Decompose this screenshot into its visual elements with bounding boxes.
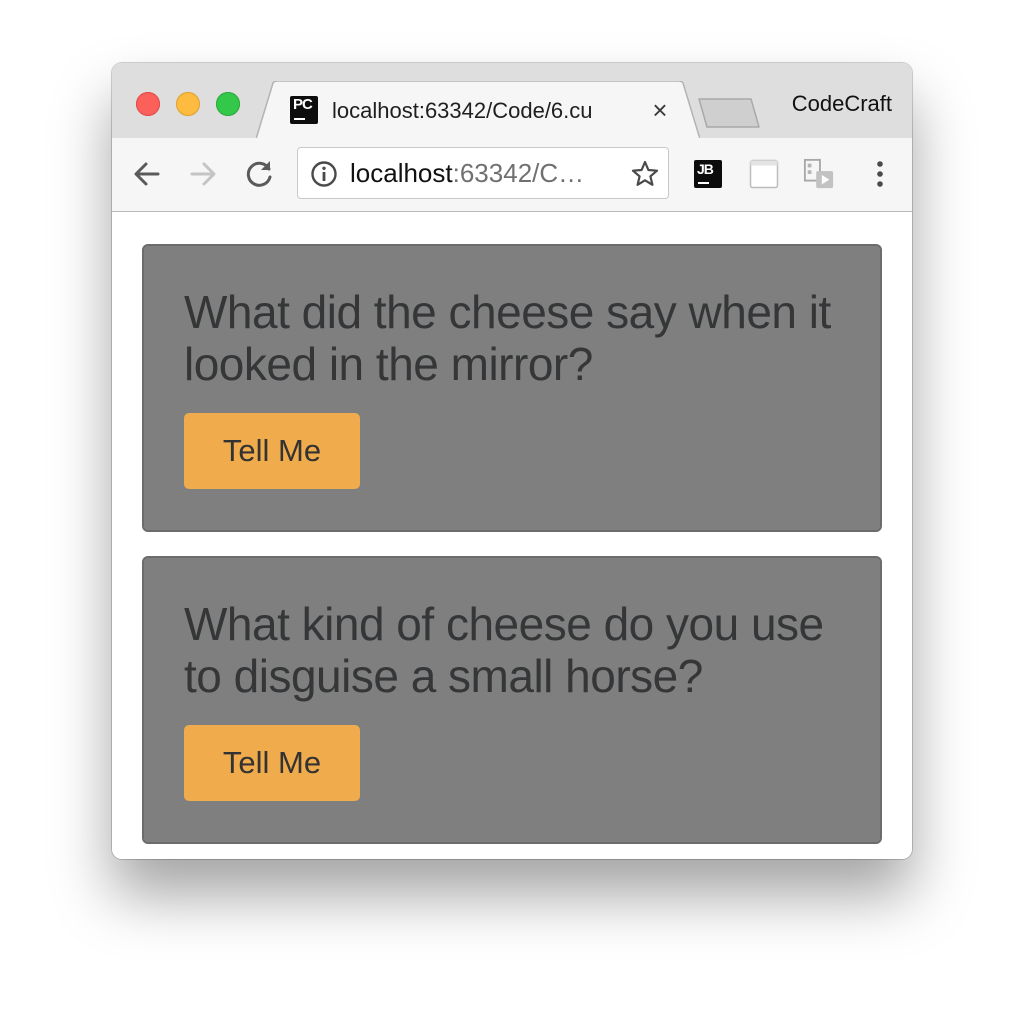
profile-name[interactable]: CodeCraft [752, 89, 892, 119]
close-window-button[interactable] [136, 92, 160, 116]
url-text[interactable]: localhost:63342/C… [350, 158, 630, 188]
jetbrains-icon[interactable]: JB [694, 160, 722, 188]
url-path: :63342/C… [452, 158, 585, 188]
address-bar[interactable]: localhost:63342/C… [297, 147, 669, 199]
maximize-window-button[interactable] [216, 92, 240, 116]
blank-page-icon[interactable] [748, 158, 780, 190]
tell-me-button[interactable]: Tell Me [184, 413, 360, 489]
title-bar: PC localhost:63342/Code/6.cu × CodeCraft [112, 63, 912, 139]
cast-media-icon[interactable] [803, 158, 835, 190]
tab-title: localhost:63342/Code/6.cu [332, 98, 593, 123]
url-host: localhost [350, 158, 453, 188]
star-icon[interactable] [630, 159, 660, 189]
browser-window: PC localhost:63342/Code/6.cu × CodeCraft [112, 63, 912, 859]
joke-card: What did the cheese say when it looked i… [142, 244, 882, 532]
joke-question: What did the cheese say when it looked i… [184, 286, 831, 390]
pycharm-favicon-icon: PC [290, 96, 318, 124]
kebab-menu-icon[interactable] [864, 158, 896, 190]
page-content: What did the cheese say when it looked i… [112, 212, 912, 859]
back-arrow-icon[interactable] [130, 157, 164, 191]
joke-card: What kind of cheese do you use to disgui… [142, 556, 882, 844]
reload-icon[interactable] [243, 157, 277, 191]
forward-arrow-icon[interactable] [186, 157, 220, 191]
tell-me-button[interactable]: Tell Me [184, 725, 360, 801]
minimize-window-button[interactable] [176, 92, 200, 116]
browser-toolbar: localhost:63342/C… JB [112, 138, 912, 212]
joke-question: What kind of cheese do you use to disgui… [184, 598, 824, 702]
tab-close-icon[interactable]: × [649, 95, 671, 125]
info-icon[interactable] [310, 160, 338, 188]
